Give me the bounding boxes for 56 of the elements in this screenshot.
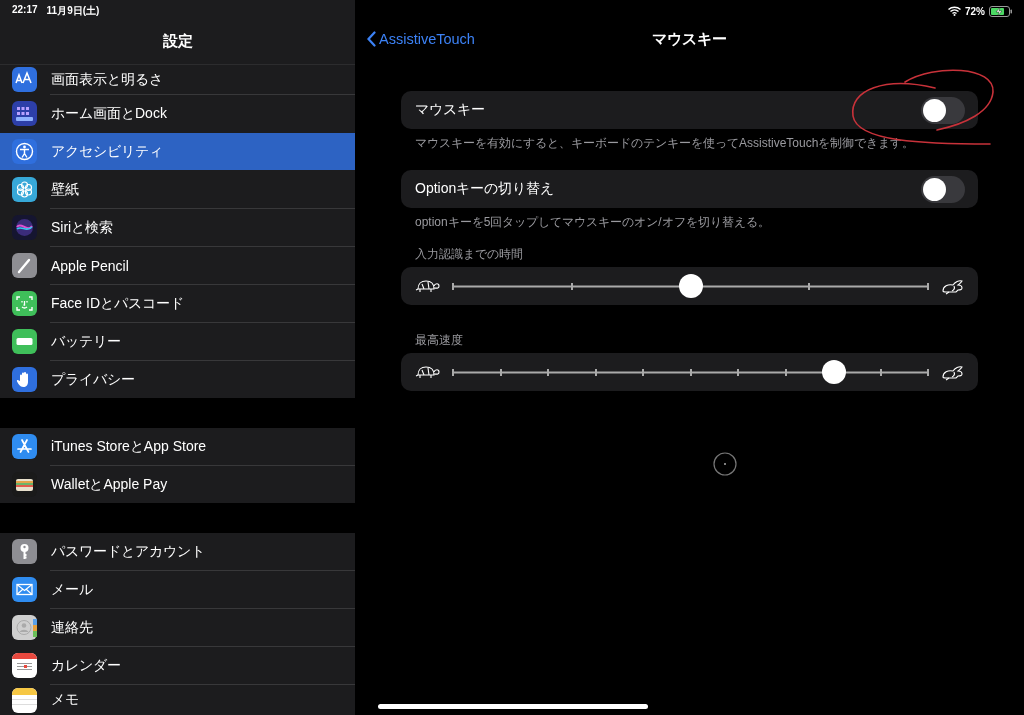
notes-icon [12, 688, 37, 713]
flower-icon [12, 177, 37, 202]
app-grid-icon [12, 101, 37, 126]
pencil-icon [12, 253, 37, 278]
sidebar-title: 設定 [161, 32, 194, 51]
calendar-icon [12, 653, 37, 678]
settings-item[interactable]: プライバシー [0, 361, 355, 398]
wifi-icon [948, 6, 961, 16]
contact-card-icon [12, 615, 37, 640]
text-size-icon [12, 67, 37, 92]
settings-item[interactable]: パスワードとアカウント [0, 533, 355, 570]
settings-item[interactable]: バッテリー [0, 323, 355, 360]
key-icon [12, 539, 37, 564]
slider-track[interactable] [452, 360, 929, 384]
row-label: マウスキー [415, 101, 486, 119]
pointer-cursor-icon [713, 452, 737, 476]
rabbit-icon [940, 363, 966, 381]
row-label: Optionキーの切り替え [415, 180, 556, 198]
status-date: 11月9日(土) [46, 4, 100, 18]
slider-thumb[interactable] [821, 360, 846, 384]
hand-icon [12, 367, 37, 392]
settings-item[interactable]: メモ [0, 685, 355, 715]
turtle-icon [415, 363, 441, 381]
envelope-icon [12, 577, 37, 602]
slider-track[interactable] [452, 274, 929, 298]
app-store-icon [12, 434, 37, 459]
battery-icon [12, 329, 37, 354]
settings-item[interactable]: Face IDとパスコード [0, 285, 355, 322]
page-title: マウスキー [652, 29, 727, 49]
footer-note: optionキーを5回タップしてマウスキーのオン/オフを切り替える。 [414, 214, 771, 229]
turtle-icon [415, 277, 441, 295]
settings-item[interactable]: iTunes StoreとApp Store [0, 428, 355, 465]
rabbit-icon [940, 277, 966, 295]
settings-item[interactable]: Apple Pencil [0, 247, 355, 284]
slider-thumb[interactable] [678, 274, 703, 298]
section-header: 最高速度 [414, 332, 464, 349]
settings-item[interactable]: 画面表示と明るさ [0, 65, 355, 94]
settings-item[interactable]: ホーム画面とDock [0, 95, 355, 132]
settings-item[interactable]: WalletとApple Pay [0, 466, 355, 503]
back-chevron-icon [367, 31, 376, 47]
battery-percentage: 72% [965, 5, 985, 17]
face-icon [12, 291, 37, 316]
back-button[interactable]: AssistiveTouch [367, 31, 475, 47]
settings-item[interactable]: メール [0, 571, 355, 608]
accessibility-icon [12, 139, 37, 164]
orb-icon [12, 215, 37, 240]
settings-item[interactable]: アクセシビリティ [0, 133, 355, 170]
status-time: 22:17 [12, 4, 38, 17]
settings-item[interactable]: カレンダー [0, 647, 355, 684]
settings-item[interactable]: Siriと検索 [0, 209, 355, 246]
toggle-switch[interactable] [921, 175, 965, 203]
toggle-switch[interactable] [921, 96, 965, 124]
settings-item[interactable]: 連絡先 [0, 609, 355, 646]
section-header: 入力認識までの時間 [414, 246, 524, 263]
settings-item[interactable]: 壁紙 [0, 171, 355, 208]
footer-note: マウスキーを有効にすると、キーボードのテンキーを使ってAssistiveTouchを制御できます。 [414, 135, 916, 150]
